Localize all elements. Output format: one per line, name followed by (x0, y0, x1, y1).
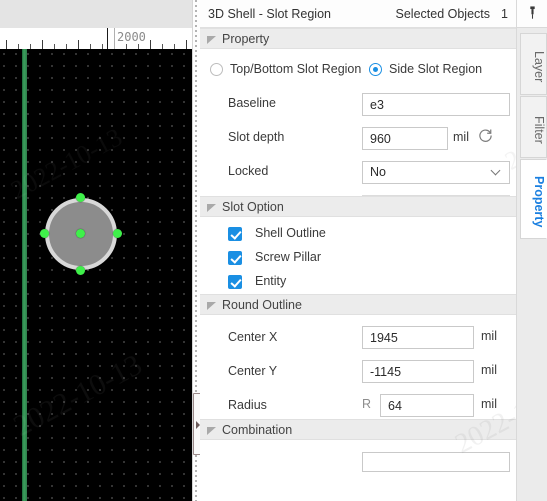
radio-side-slot-region-label: Side Slot Region (389, 62, 483, 76)
baseline-input[interactable] (362, 93, 510, 116)
property-section-body: Top/Bottom Slot Region Side Slot Region … (200, 49, 516, 218)
field-row-combination-partial (200, 440, 516, 472)
radius-prefix: R (362, 397, 372, 411)
section-label: Slot Option (222, 200, 284, 214)
tab-property-label: Property (532, 176, 546, 228)
combination-section-body (200, 440, 516, 472)
field-row-center-x: Center X mil (200, 321, 516, 355)
tab-layer[interactable]: Layer (520, 33, 547, 95)
collapse-triangle-icon (207, 204, 216, 212)
slot-region-radio-group: Top/Bottom Slot Region Side Slot Region (200, 55, 516, 85)
tab-filter[interactable]: Filter (520, 96, 547, 158)
tab-layer-label: Layer (532, 51, 546, 83)
app-root: 2000 2022-10-13 2022-10-13 3D Shel (0, 0, 547, 501)
slot-option-section-body: Shell Outline Screw Pillar Entity (200, 217, 516, 294)
board-outline-line[interactable] (22, 49, 27, 501)
section-header-slot-option[interactable]: Slot Option (200, 196, 516, 217)
selection-handle-bottom[interactable] (76, 266, 85, 275)
selection-handle-top[interactable] (76, 193, 85, 202)
property-panel-header: 3D Shell - Slot Region Selected Objects … (200, 0, 516, 28)
section-label: Property (222, 32, 270, 46)
round-outline-section-body: Center X mil Center Y mil Radius R mil (200, 315, 516, 419)
tab-filter-label: Filter (532, 116, 546, 144)
center-x-unit: mil (481, 329, 497, 343)
tab-property[interactable]: Property (520, 159, 547, 239)
pcb-board-view[interactable]: 2022-10-13 2022-10-13 (0, 49, 192, 501)
ruler-cursor-marker (114, 28, 115, 49)
selected-slot-region-object[interactable] (40, 193, 122, 275)
pcb-canvas-area[interactable]: 2000 2022-10-13 2022-10-13 (0, 0, 192, 501)
center-y-label: Center Y (228, 364, 278, 378)
radius-label: Radius (228, 398, 267, 412)
locked-select[interactable]: No (362, 161, 510, 184)
selected-objects-count: 1 (501, 7, 508, 21)
radius-unit: mil (481, 397, 497, 411)
property-panel: 3D Shell - Slot Region Selected Objects … (200, 0, 516, 501)
field-row-radius: Radius R mil (200, 389, 516, 423)
selection-handle-center[interactable] (76, 229, 85, 238)
selected-objects-label: Selected Objects (395, 7, 491, 21)
center-y-input[interactable] (362, 360, 474, 383)
center-y-unit: mil (481, 363, 497, 377)
checkbox-row-screw-pillar: Screw Pillar (200, 247, 516, 271)
section-label: Combination (222, 423, 293, 437)
horizontal-ruler[interactable]: 2000 (0, 28, 192, 49)
slot-depth-label: Slot depth (228, 130, 285, 144)
checkbox-shell-outline[interactable] (228, 227, 242, 241)
collapse-triangle-icon (207, 36, 216, 44)
pin-icon (530, 6, 535, 19)
panel-splitter[interactable] (192, 0, 201, 501)
collapse-triangle-icon (207, 427, 216, 435)
combination-input[interactable] (362, 452, 510, 472)
ruler-corner (0, 0, 192, 28)
checkbox-screw-pillar-label: Screw Pillar (255, 250, 321, 264)
checkbox-screw-pillar[interactable] (228, 251, 242, 265)
section-header-property[interactable]: Property (200, 28, 516, 49)
selection-handle-left[interactable] (40, 229, 49, 238)
field-row-baseline: Baseline (200, 87, 516, 121)
ruler-tick-label: 2000 (117, 30, 146, 44)
pin-panel-button[interactable] (517, 0, 547, 28)
checkbox-row-entity: Entity (200, 271, 516, 295)
canvas-grid (0, 49, 192, 501)
center-x-input[interactable] (362, 326, 474, 349)
page-title: 3D Shell - Slot Region (208, 7, 331, 21)
right-tab-strip: Layer Filter Property (516, 0, 547, 501)
refresh-icon[interactable] (478, 128, 493, 143)
radio-top-bottom-slot-region-label: Top/Bottom Slot Region (230, 62, 362, 76)
section-header-round-outline[interactable]: Round Outline (200, 294, 516, 315)
radius-input[interactable] (380, 394, 474, 417)
checkbox-entity[interactable] (228, 275, 242, 289)
center-x-label: Center X (228, 330, 278, 344)
baseline-label: Baseline (228, 96, 276, 110)
field-row-center-y: Center Y mil (200, 355, 516, 389)
locked-label: Locked (228, 164, 269, 178)
field-row-slot-depth: Slot depth mil (200, 121, 516, 155)
field-row-locked: Locked No (200, 155, 516, 189)
radio-side-slot-region[interactable] (369, 63, 382, 76)
slot-depth-input[interactable] (362, 127, 448, 150)
slot-depth-unit: mil (453, 130, 469, 144)
checkbox-entity-label: Entity (255, 274, 287, 288)
radio-top-bottom-slot-region[interactable] (210, 63, 223, 76)
checkbox-shell-outline-label: Shell Outline (255, 226, 326, 240)
section-label: Round Outline (222, 298, 302, 312)
collapse-triangle-icon (207, 302, 216, 310)
selection-handle-right[interactable] (113, 229, 122, 238)
checkbox-row-shell-outline: Shell Outline (200, 223, 516, 247)
section-header-combination[interactable]: Combination (200, 419, 516, 440)
